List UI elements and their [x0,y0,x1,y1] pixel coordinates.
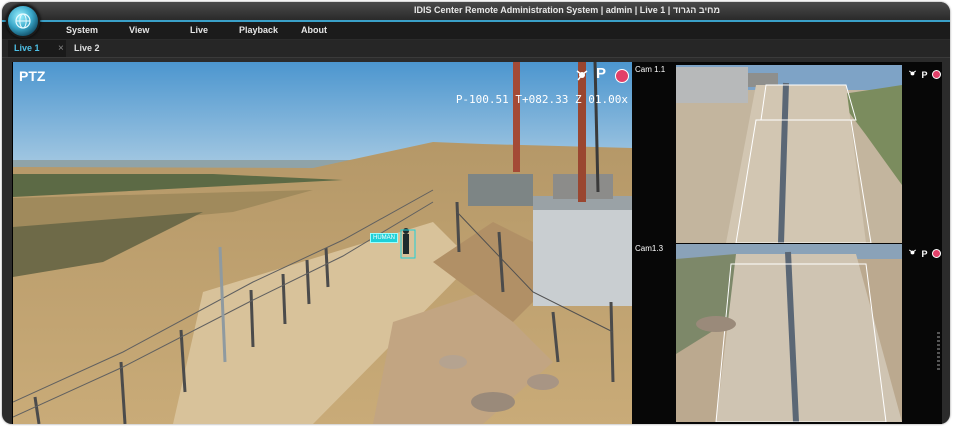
tab-close-icon[interactable]: × [58,40,64,57]
globe-icon [15,13,31,29]
cam-1-1-view[interactable] [676,65,902,243]
menu-playback[interactable]: Playback [239,25,278,35]
tab-live-2-label: Live 2 [74,43,100,53]
menu-bar: System View Live Playback About [2,22,950,39]
detection-tag: HUMAN [370,233,398,243]
cam-1-3-ptz-icon[interactable] [908,244,917,261]
ptz-icon[interactable] [575,68,589,87]
tab-live-2[interactable]: Live 2 [70,40,100,57]
cam-1-3-video [676,244,902,422]
cam-1-3-icons: P [908,244,941,262]
cam-1-3-record-icon[interactable] [931,249,941,258]
app-window: IDIS Center Remote Administration System… [2,2,950,424]
main-camera-view[interactable]: HUMAN PTZ P-100.51 T+082.33 Z 01.00x P [13,62,632,424]
cam-1-3-view[interactable] [676,244,902,422]
app-logo-orb-button[interactable] [6,4,40,38]
cam-1-1-label: Cam 1.1 [635,65,666,74]
tab-live-1-label: Live 1 [14,43,40,53]
main-camera-label: PTZ [19,68,46,84]
menu-system[interactable]: System [66,25,98,35]
side-camera-panel: Cam 1.1 P Cam1.3 P [632,62,942,424]
tab-bar: Live 1 × Live 2 [2,40,950,58]
cam-1-1-video [676,65,902,243]
title-bar: IDIS Center Remote Administration System… [2,2,950,22]
cam-1-3-p-icon[interactable]: P [921,249,927,259]
cam-1-1-p-icon[interactable]: P [921,70,927,80]
cam-1-1-ptz-icon[interactable] [908,65,917,82]
ptz-readout: P-100.51 T+082.33 Z 01.00x [455,93,628,106]
panel-resize-handle[interactable] [937,332,940,372]
record-icon[interactable] [615,69,629,83]
cam-1-3-label: Cam1.3 [635,244,664,253]
live-view-area: HUMAN PTZ P-100.51 T+082.33 Z 01.00x P C… [12,62,942,424]
cam-1-1-record-icon[interactable] [931,70,941,79]
window-title: IDIS Center Remote Administration System… [414,5,720,15]
p-icon[interactable]: P [596,65,606,82]
ptz-camera-video [13,62,632,424]
menu-live[interactable]: Live [190,25,208,35]
menu-about[interactable]: About [301,25,327,35]
cam-1-1-icons: P [908,65,941,83]
menu-view[interactable]: View [129,25,149,35]
